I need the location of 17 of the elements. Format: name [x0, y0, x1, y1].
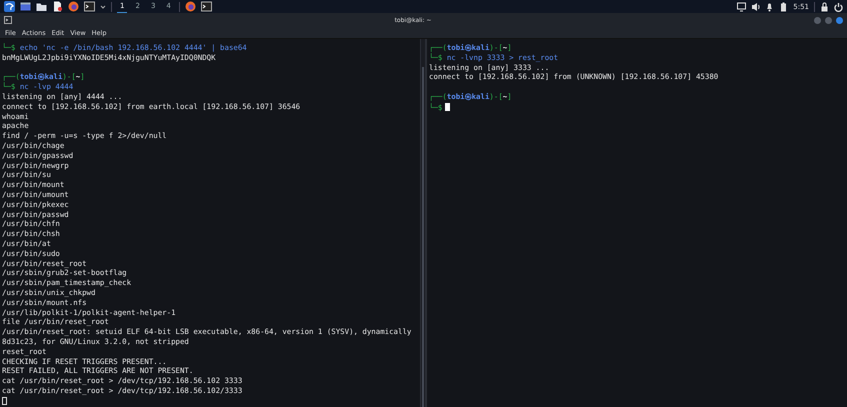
lock-icon[interactable]: [820, 2, 829, 12]
terminal-icon[interactable]: [200, 1, 212, 12]
bell-icon[interactable]: [765, 2, 774, 12]
terminal-icon: [4, 16, 12, 24]
kali-logo-icon[interactable]: [4, 1, 15, 12]
close-button[interactable]: [836, 16, 843, 24]
browser-icon[interactable]: [68, 1, 79, 12]
display-icon[interactable]: [737, 2, 746, 12]
volume-icon[interactable]: [751, 2, 760, 12]
scrollbar-thumb[interactable]: [422, 67, 424, 407]
power-icon[interactable]: [834, 2, 843, 12]
browser-icon[interactable]: [184, 1, 196, 12]
caret-icon[interactable]: [100, 4, 106, 10]
battery-icon[interactable]: [779, 2, 788, 12]
terminal-icon[interactable]: [84, 1, 95, 12]
document-icon[interactable]: [52, 1, 63, 12]
window-icon[interactable]: [20, 1, 31, 12]
